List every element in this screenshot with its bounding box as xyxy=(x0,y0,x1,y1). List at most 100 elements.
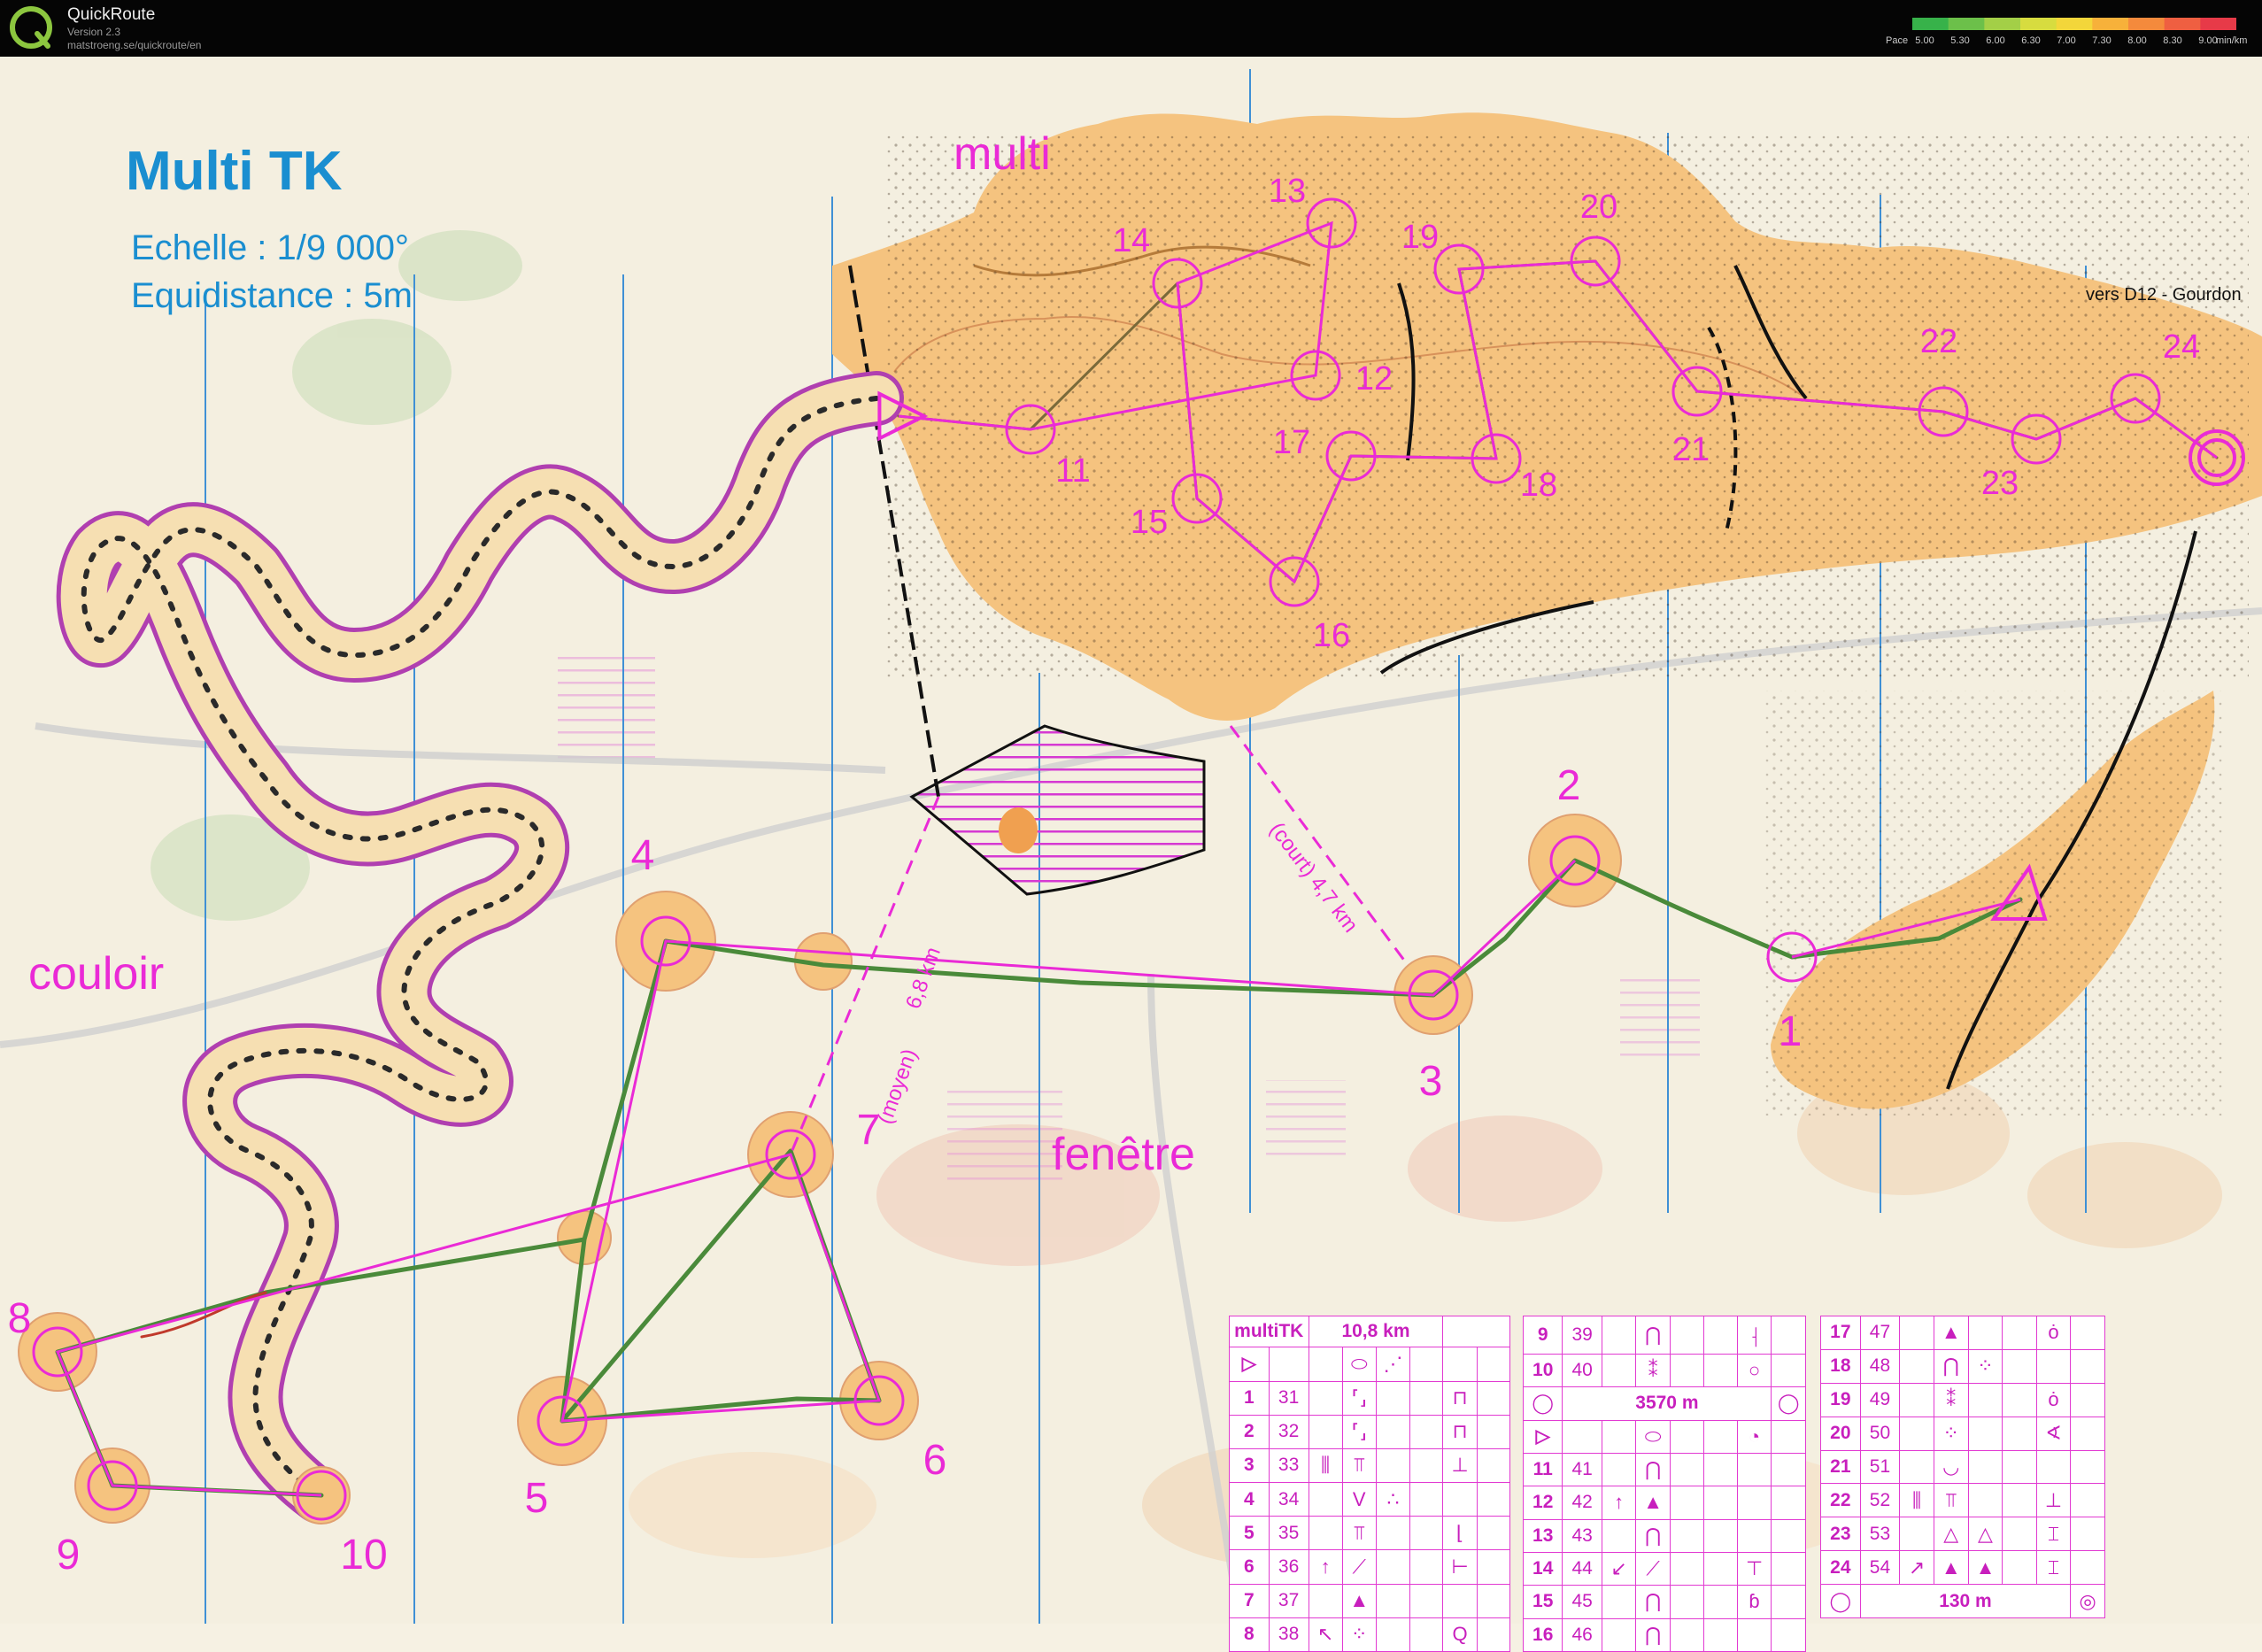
description-cell: 52 xyxy=(1859,1483,1901,1518)
description-cell xyxy=(2070,1550,2105,1585)
control-number-8: 8 xyxy=(7,1295,32,1342)
description-cell xyxy=(1601,1353,1637,1388)
description-row: ▷ ⬭ ⋰ xyxy=(1229,1347,1511,1382)
description-cell xyxy=(1308,1482,1343,1517)
description-cell xyxy=(1669,1316,1704,1355)
description-cell xyxy=(1669,1518,1704,1553)
description-cell xyxy=(1899,1348,1934,1384)
description-cell: ⋂ xyxy=(1635,1316,1671,1355)
description-cell xyxy=(2002,1550,2037,1585)
control-number-21: 21 xyxy=(1671,431,1710,468)
description-cell: 36 xyxy=(1268,1549,1309,1585)
description-row: 1 31 ⸢⸥ ⊓ xyxy=(1229,1380,1511,1416)
description-cell: 18 xyxy=(1820,1348,1861,1384)
description-cell: ⫪ xyxy=(1341,1447,1377,1484)
description-row: 6 36 ↑ ⟋ ⊢ xyxy=(1229,1549,1511,1585)
control-number-11: 11 xyxy=(1055,452,1091,490)
description-cell xyxy=(1476,1380,1511,1416)
description-cell xyxy=(1899,1517,1934,1552)
description-cell: ȯ xyxy=(2035,1382,2072,1417)
description-cell: ↖ xyxy=(1308,1617,1343,1652)
description-cell xyxy=(1669,1419,1704,1454)
description-row: ◯ 130 m ◎ xyxy=(1820,1584,2105,1618)
description-cell: 34 xyxy=(1268,1482,1309,1517)
control-number-18: 18 xyxy=(1519,467,1558,504)
description-cell: 19 xyxy=(1820,1382,1861,1417)
description-row: 4 34 V ∴ xyxy=(1229,1482,1511,1517)
description-cell xyxy=(1702,1585,1738,1619)
description-cell xyxy=(1669,1585,1704,1619)
description-cell: 33 xyxy=(1268,1447,1309,1484)
description-cell xyxy=(1771,1585,1806,1619)
description-cell xyxy=(1669,1452,1704,1487)
description-cell: ↑ xyxy=(1601,1486,1637,1520)
description-cell xyxy=(1601,1585,1637,1619)
control-number-24: 24 xyxy=(2162,328,2201,366)
description-cell xyxy=(1702,1486,1738,1520)
description-row: 20 50 ⁘ ∢ xyxy=(1820,1416,2105,1451)
description-cell xyxy=(1702,1316,1738,1355)
description-cell xyxy=(1771,1486,1806,1520)
quickroute-logo-icon xyxy=(10,6,52,49)
description-cell xyxy=(1409,1549,1444,1585)
description-cell: 41 xyxy=(1562,1452,1602,1487)
pace-tick: 7.30 xyxy=(2092,35,2111,46)
description-cell xyxy=(1476,1414,1511,1449)
description-cell xyxy=(1601,1316,1637,1355)
description-row: 19 49 ⁑ ȯ xyxy=(1820,1382,2105,1417)
description-cell: 47 xyxy=(1859,1316,1901,1350)
description-cell: ⁘ xyxy=(1967,1348,2003,1384)
description-cell xyxy=(1771,1353,1806,1388)
description-table-2: 9 39 ⋂ ⸡ 10 40 ⁑ ○ ◯ 3570 m ◯ ▷ ⬭ ◔ 11 41 ⋂ 12 42 ↑ ▲ 13 43 ⋂ 14… xyxy=(1522,1316,1806,1652)
description-cell: ⋂ xyxy=(1635,1518,1671,1553)
description-cell: 49 xyxy=(1859,1382,1901,1417)
description-cell: 24 xyxy=(1820,1550,1861,1585)
description-cell: 38 xyxy=(1268,1617,1309,1652)
description-cell xyxy=(1771,1452,1806,1487)
app-name: QuickRoute xyxy=(67,5,156,24)
description-cell xyxy=(2070,1382,2105,1417)
description-row: ◯ 3570 m ◯ xyxy=(1522,1386,1806,1421)
description-cell: ⸢⸥ xyxy=(1341,1414,1377,1449)
description-cell: ⁑ xyxy=(1933,1382,1969,1417)
description-cell: 50 xyxy=(1859,1416,1901,1451)
description-cell xyxy=(1409,1414,1444,1449)
description-cell xyxy=(1702,1419,1738,1454)
description-cell xyxy=(1476,1347,1511,1382)
description-cell: 17 xyxy=(1820,1316,1861,1350)
description-cell: ȯ xyxy=(2035,1316,2072,1350)
description-cell xyxy=(1476,1516,1511,1551)
description-cell: ○ xyxy=(1736,1353,1772,1388)
control-number-4: 4 xyxy=(630,832,655,879)
description-cell: △ xyxy=(1967,1517,2003,1552)
description-cell xyxy=(1375,1516,1411,1551)
description-cell xyxy=(1771,1551,1806,1586)
control-number-13: 13 xyxy=(1268,173,1307,210)
description-cell xyxy=(1702,1353,1738,1388)
description-cell xyxy=(1771,1316,1806,1355)
description-cell: ↑ xyxy=(1308,1549,1343,1585)
orienteering-map[interactable]: 1 2 3 4 5 6 7 8 9 10 11 12 13 14 15 16 17 18 19 20 21 22 23 24 … xyxy=(0,57,2262,1652)
description-cell: ⬭ xyxy=(1635,1419,1671,1454)
description-row: multiTK 10,8 km xyxy=(1229,1315,1510,1348)
description-cell: ◯ xyxy=(1522,1386,1563,1421)
description-cell xyxy=(1308,1414,1343,1449)
description-cell xyxy=(1476,1447,1511,1484)
description-cell: ⊤ xyxy=(1736,1551,1772,1586)
description-cell: ◯ xyxy=(1771,1386,1806,1421)
pace-unit: min/km xyxy=(2216,35,2248,46)
description-cell: ◯ xyxy=(1820,1584,1861,1618)
description-cell: ◔ xyxy=(1736,1419,1772,1454)
description-cell xyxy=(2002,1449,2037,1485)
description-cell: 39 xyxy=(1562,1316,1602,1355)
description-cell: ◎ xyxy=(2070,1584,2105,1618)
description-cell xyxy=(1409,1447,1444,1484)
control-number-19: 19 xyxy=(1401,219,1440,256)
description-cell xyxy=(1409,1347,1444,1382)
description-cell: 32 xyxy=(1268,1414,1309,1449)
description-cell: 7 xyxy=(1229,1583,1270,1618)
description-row: 9 39 ⋂ ⸡ xyxy=(1522,1316,1806,1355)
app-url: matstroeng.se/quickroute/en xyxy=(67,39,202,51)
description-cell: ⊢ xyxy=(1442,1549,1478,1585)
description-cell xyxy=(1308,1347,1343,1382)
